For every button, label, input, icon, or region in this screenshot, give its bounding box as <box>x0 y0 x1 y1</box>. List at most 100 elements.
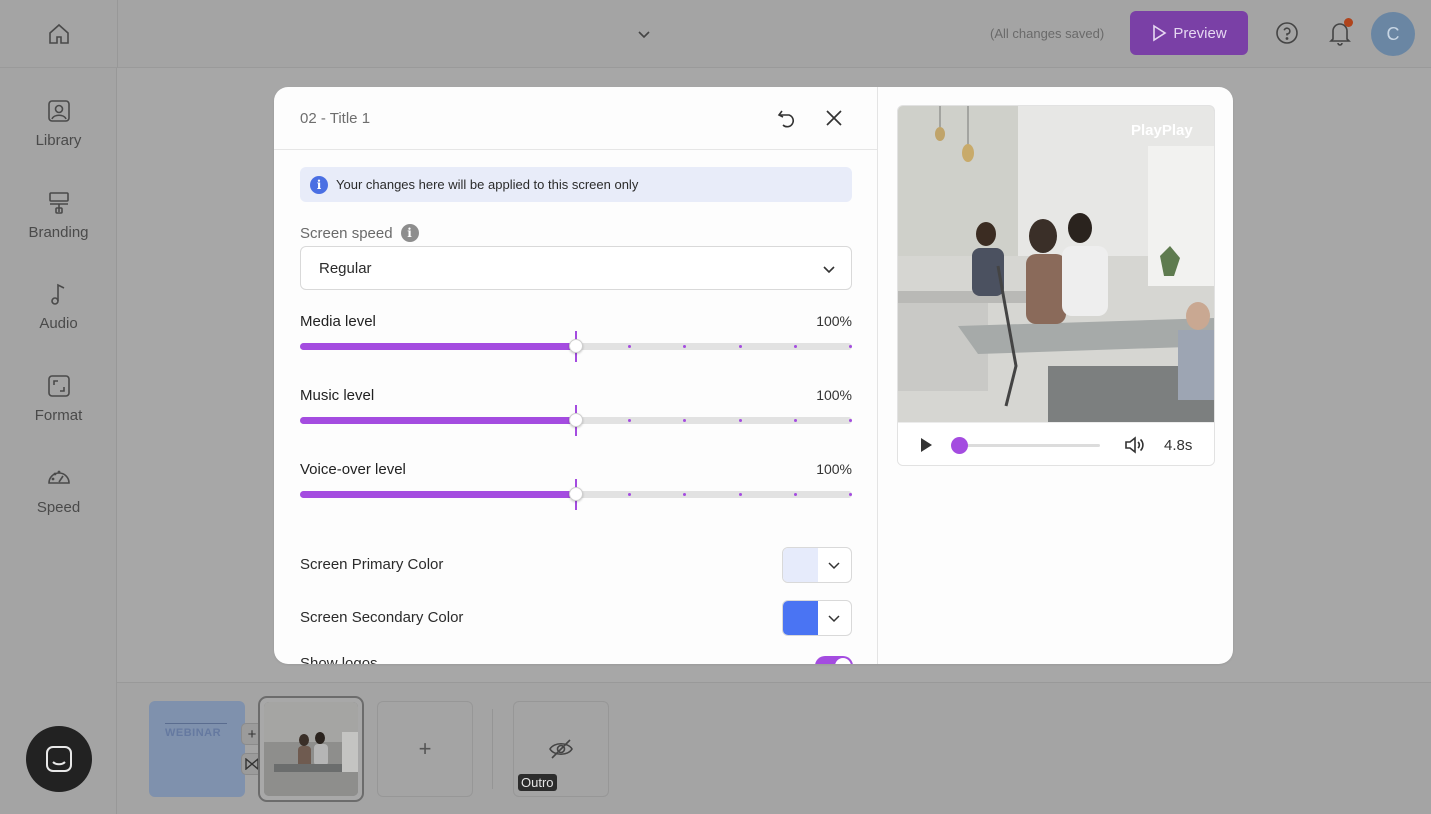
home-button[interactable] <box>0 0 118 68</box>
slider-tick <box>628 419 632 422</box>
sidebar-item-label: Library <box>35 132 82 149</box>
scrubber-handle[interactable] <box>951 437 968 454</box>
voice-over-level-label: Voice-over level <box>300 461 406 478</box>
sidebar-item-label: Speed <box>36 499 81 516</box>
watermark: PlayPlay <box>1131 122 1193 139</box>
music-level-slider[interactable] <box>300 405 852 436</box>
sidebar-item-label: Audio <box>39 315 78 332</box>
branding-icon <box>48 192 69 214</box>
slider-tick <box>683 493 687 496</box>
screen-speed-value: Regular <box>319 259 372 277</box>
screen-thumbnail-webinar[interactable]: WEBINAR <box>149 701 245 797</box>
save-status: (All changes saved) <box>990 26 1105 41</box>
video-duration: 4.8s <box>1164 437 1193 454</box>
sidebar-item-speed[interactable]: Speed <box>0 465 117 537</box>
office-meeting-image: PlayPlay <box>898 106 1214 422</box>
slider-thumb[interactable] <box>569 413 583 427</box>
avatar[interactable]: C <box>1371 12 1415 56</box>
slider-tick <box>738 493 742 496</box>
video-preview-card: PlayPlay 4.8s <box>897 105 1215 466</box>
show-logos-toggle[interactable] <box>815 656 853 664</box>
screen-speed-label: Screen speed <box>300 224 393 242</box>
screen-speed-select[interactable]: Regular <box>300 246 852 290</box>
volume-icon[interactable] <box>1124 435 1146 455</box>
slider-tick <box>738 345 742 348</box>
slider-tick <box>849 345 852 348</box>
screen-thumbnail-selected[interactable] <box>258 696 364 802</box>
chevron-down-icon <box>828 562 840 570</box>
preview-label: Preview <box>1173 24 1227 42</box>
slider-tick <box>793 419 797 422</box>
notification-dot <box>1344 18 1353 27</box>
slider-fill <box>300 491 576 498</box>
webinar-text: WEBINAR <box>165 727 222 739</box>
outro-label: Outro <box>518 774 557 791</box>
slider-tick <box>628 493 632 496</box>
slider-tick <box>793 493 797 496</box>
music-note-icon <box>50 283 64 305</box>
speedometer-icon <box>47 470 70 484</box>
chevron-down-icon[interactable] <box>636 26 652 42</box>
info-icon: i <box>310 175 328 194</box>
screen-settings-modal: 02 - Title 1 i Your changes here will be… <box>274 87 1233 664</box>
settings-pane: 02 - Title 1 i Your changes here will be… <box>274 87 878 664</box>
help-icon[interactable] <box>1275 21 1299 45</box>
add-screen-button[interactable]: + <box>377 701 473 797</box>
chevron-down-icon <box>823 266 835 274</box>
music-level-value: 100% <box>816 387 852 403</box>
voice-over-level-slider[interactable] <box>300 479 852 510</box>
voice-over-level-value: 100% <box>816 461 852 477</box>
info-text: Your changes here will be applied to thi… <box>336 177 639 192</box>
slider-thumb[interactable] <box>569 339 583 353</box>
slider-tick <box>683 345 687 348</box>
thumbnail-image <box>264 702 358 796</box>
slider-tick <box>628 345 632 348</box>
chat-icon <box>46 746 72 772</box>
eye-off-icon <box>549 739 573 759</box>
sidebar: Library Branding Audio Format Speed <box>0 68 117 814</box>
secondary-color-row: Screen Secondary Color <box>300 600 852 636</box>
media-level-slider[interactable] <box>300 331 852 362</box>
info-icon[interactable]: i <box>400 224 419 242</box>
info-banner: i Your changes here will be applied to t… <box>300 167 852 202</box>
video-frame[interactable]: PlayPlay <box>898 106 1214 422</box>
slider-tick <box>849 493 852 496</box>
transition-icon <box>245 758 259 770</box>
sidebar-item-audio[interactable]: Audio <box>0 281 117 353</box>
slider-tick <box>683 419 687 422</box>
screen-filmstrip: WEBINAR + + Outro <box>117 682 1431 814</box>
voice-over-level-control: Voice-over level 100% <box>300 461 852 521</box>
modal-title: 02 - Title 1 <box>300 110 371 127</box>
format-icon <box>47 375 70 397</box>
sidebar-item-label: Format <box>34 407 83 424</box>
sidebar-item-library[interactable]: Library <box>0 98 117 170</box>
top-bar: (All changes saved) Preview C <box>0 0 1431 68</box>
primary-color-picker[interactable] <box>782 547 852 583</box>
slider-thumb[interactable] <box>569 487 583 501</box>
video-scrubber[interactable] <box>951 437 1100 454</box>
modal-header: 02 - Title 1 <box>274 87 877 150</box>
media-level-label: Media level <box>300 313 376 330</box>
primary-color-swatch <box>783 548 818 582</box>
sidebar-item-branding[interactable]: Branding <box>0 190 117 262</box>
media-level-value: 100% <box>816 313 852 329</box>
slider-fill <box>300 417 576 424</box>
sidebar-item-format[interactable]: Format <box>0 373 117 445</box>
video-player-controls: 4.8s <box>898 422 1214 465</box>
preview-button[interactable]: Preview <box>1130 11 1248 55</box>
outro-thumbnail[interactable]: Outro <box>513 701 609 797</box>
home-icon <box>48 23 69 44</box>
secondary-color-picker[interactable] <box>782 600 852 636</box>
slider-tick <box>738 419 742 422</box>
slider-tick <box>849 419 852 422</box>
library-icon <box>47 100 70 122</box>
close-icon[interactable] <box>823 107 845 129</box>
play-icon[interactable] <box>918 437 934 453</box>
toggle-knob <box>835 658 851 664</box>
support-chat-button[interactable] <box>26 726 92 792</box>
slider-tick <box>793 345 797 348</box>
sidebar-item-label: Branding <box>28 224 89 241</box>
media-level-control: Media level 100% <box>300 313 852 373</box>
undo-icon[interactable] <box>776 107 798 129</box>
decorative-line <box>165 723 227 724</box>
